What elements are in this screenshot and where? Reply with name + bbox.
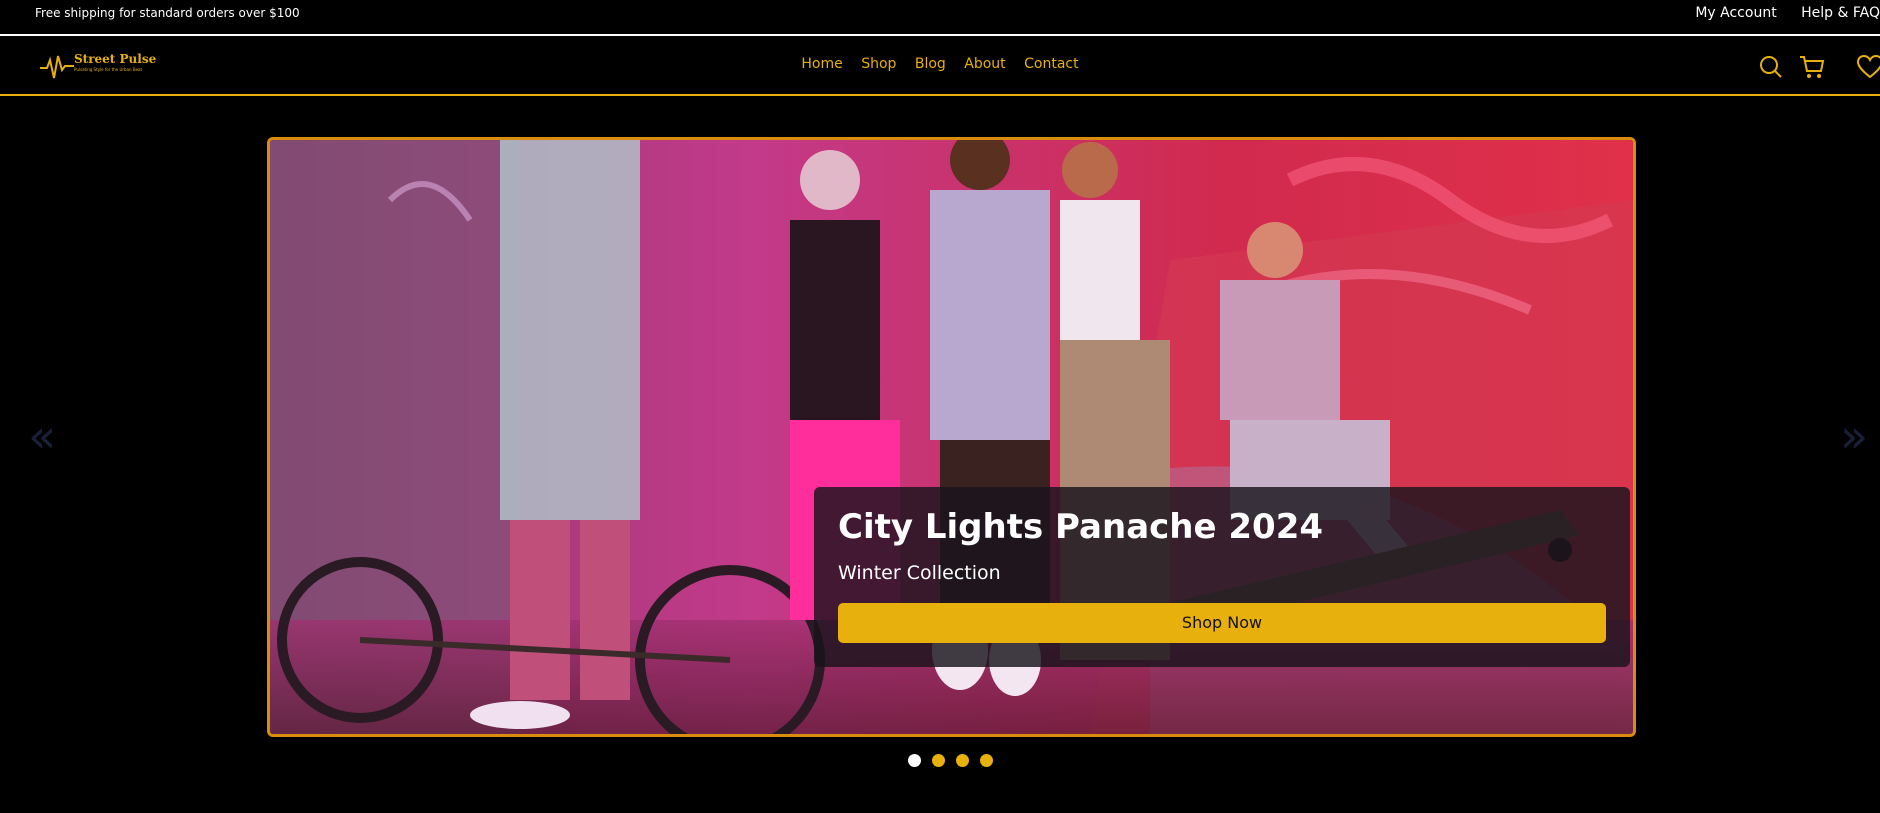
carousel-prev-arrow[interactable]: « bbox=[28, 412, 56, 460]
hero-slide: City Lights Panache 2024 Winter Collecti… bbox=[267, 137, 1636, 737]
carousel-dot-4[interactable] bbox=[980, 754, 993, 767]
topbar-links: My Account Help & FAQ bbox=[1675, 5, 1880, 21]
my-account-link[interactable]: My Account bbox=[1695, 5, 1776, 21]
search-icon[interactable] bbox=[1758, 54, 1784, 80]
nav-contact[interactable]: Contact bbox=[1024, 56, 1078, 72]
nav-blog[interactable]: Blog bbox=[915, 56, 946, 72]
nav-shop[interactable]: Shop bbox=[861, 56, 896, 72]
carousel-dot-3[interactable] bbox=[956, 754, 969, 767]
carousel-dot-2[interactable] bbox=[932, 754, 945, 767]
carousel-next-arrow[interactable]: » bbox=[1840, 412, 1880, 460]
hero-caption: City Lights Panache 2024 Winter Collecti… bbox=[814, 487, 1630, 667]
cart-icon[interactable] bbox=[1798, 54, 1826, 80]
heart-icon[interactable] bbox=[1856, 54, 1880, 80]
help-faq-link[interactable]: Help & FAQ bbox=[1801, 5, 1880, 21]
free-shipping-notice: Free shipping for standard orders over $… bbox=[35, 6, 300, 20]
hero-subtitle: Winter Collection bbox=[838, 562, 1001, 584]
shop-now-button[interactable]: Shop Now bbox=[838, 603, 1606, 643]
announcement-bar: Free shipping for standard orders over $… bbox=[0, 0, 1880, 36]
nav-about[interactable]: About bbox=[964, 56, 1005, 72]
carousel-dot-1[interactable] bbox=[908, 754, 921, 767]
primary-menu: Home Shop Blog About Contact bbox=[0, 56, 1880, 72]
main-navigation: Street Pulse Pulsating Style for the Urb… bbox=[0, 36, 1880, 96]
hero-title: City Lights Panache 2024 bbox=[838, 507, 1324, 547]
header-actions bbox=[1750, 54, 1880, 82]
nav-home[interactable]: Home bbox=[801, 56, 842, 72]
